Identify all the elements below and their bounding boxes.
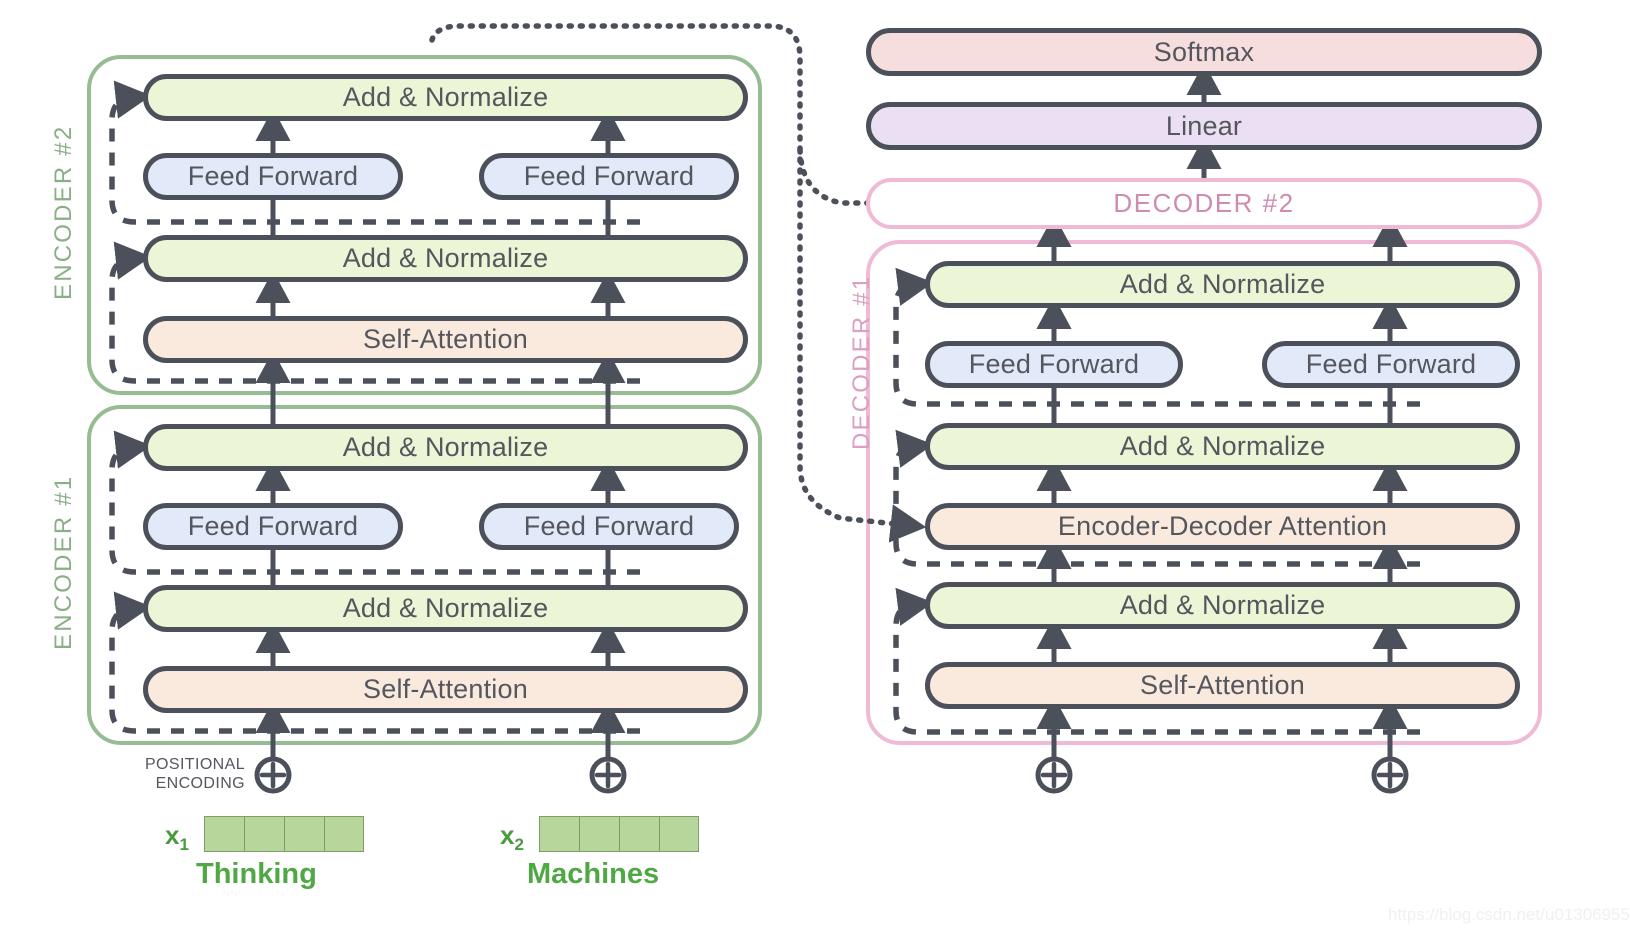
encoder-2-label: ENCODER #2 xyxy=(50,124,77,300)
encoder1-self-attention: Self-Attention xyxy=(143,666,748,713)
x1-index: 1 xyxy=(179,835,189,855)
embedding-cell xyxy=(244,816,284,852)
encoder2-feed-forward-left: Feed Forward xyxy=(143,153,403,200)
embedding-cell xyxy=(619,816,659,852)
encoder1-add-normalize-bottom: Add & Normalize xyxy=(143,585,748,632)
embedding-vector-x1 xyxy=(204,816,364,852)
encoder2-add-normalize-bottom: Add & Normalize xyxy=(143,235,748,282)
x2-index: 2 xyxy=(514,835,524,855)
encoder1-feed-forward-right: Feed Forward xyxy=(479,503,739,550)
decoder1-add-normalize-2: Add & Normalize xyxy=(925,423,1520,470)
embedding-label-x1: x1 xyxy=(165,820,189,855)
encoder1-add-normalize-top: Add & Normalize xyxy=(143,424,748,471)
input-word-1: Thinking xyxy=(196,858,317,890)
decoder1-add-normalize-1: Add & Normalize xyxy=(925,582,1520,629)
encoder2-self-attention: Self-Attention xyxy=(143,316,748,363)
embedding-vector-x2 xyxy=(539,816,699,852)
decoder1-feed-forward-left: Feed Forward xyxy=(925,341,1183,388)
encoder2-add-normalize-top: Add & Normalize xyxy=(143,74,748,121)
decoder1-self-attention: Self-Attention xyxy=(925,662,1520,709)
embedding-cell xyxy=(579,816,619,852)
positional-encoding-line1: POSITIONAL xyxy=(144,756,245,773)
linear-box: Linear xyxy=(866,102,1542,150)
encoder-1-label: ENCODER #1 xyxy=(50,474,77,650)
x2-symbol: x xyxy=(500,820,515,850)
encoder1-feed-forward-left: Feed Forward xyxy=(143,503,403,550)
embedding-label-x2: x2 xyxy=(500,820,524,855)
decoder-1-label: DECODER #1 xyxy=(848,274,875,450)
embedding-cell xyxy=(539,816,579,852)
softmax-box: Softmax xyxy=(866,28,1542,76)
decoder-2-container: DECODER #2 xyxy=(866,178,1542,229)
decoder1-encoder-decoder-attention: Encoder-Decoder Attention xyxy=(925,503,1520,550)
watermark-text: https://blog.csdn.net/u013069552 xyxy=(1388,905,1630,924)
decoder1-feed-forward-right: Feed Forward xyxy=(1262,341,1520,388)
input-word-2: Machines xyxy=(527,858,660,890)
x1-symbol: x xyxy=(165,820,180,850)
encoder2-feed-forward-right: Feed Forward xyxy=(479,153,739,200)
embedding-cell xyxy=(284,816,324,852)
transformer-diagram: ENCODER #2 Add & Normalize Feed Forward … xyxy=(0,0,1630,942)
positional-encoding-line2: ENCODING xyxy=(155,775,245,792)
positional-encoding-label: POSITIONAL ENCODING xyxy=(135,755,245,793)
embedding-cell xyxy=(204,816,244,852)
embedding-cell xyxy=(324,816,364,852)
decoder1-add-normalize-3: Add & Normalize xyxy=(925,261,1520,308)
embedding-cell xyxy=(659,816,699,852)
